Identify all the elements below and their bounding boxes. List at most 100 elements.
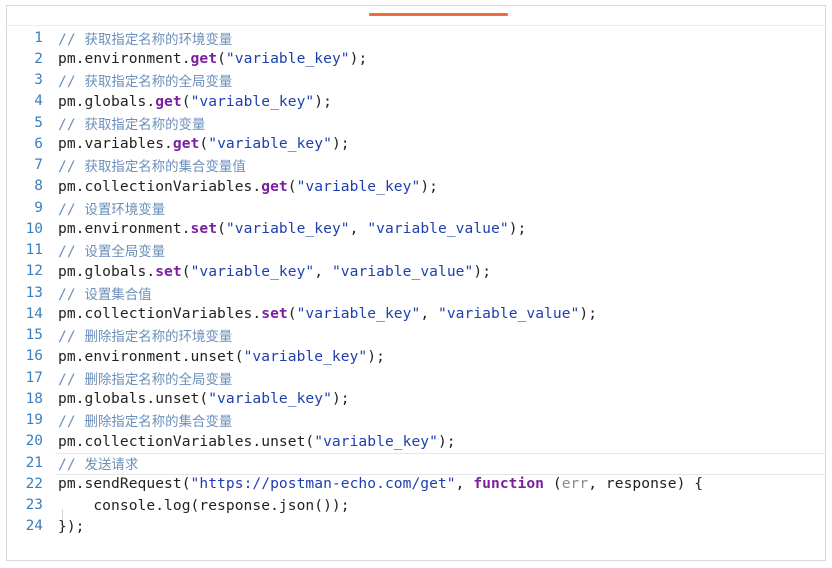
code-line[interactable]: 9 // 设置环境变量 <box>7 197 825 218</box>
comment-token: 设置环境变量 <box>84 202 166 218</box>
code-text: pm.globals.get("variable_key"); <box>58 93 332 110</box>
code-line[interactable]: 13 // 设置集合值 <box>7 282 825 303</box>
string-token: "variable_key" <box>208 135 332 153</box>
code-text: // 获取指定名称的环境变量 <box>58 28 232 48</box>
code-line[interactable]: 8 pm.collectionVariables.get("variable_ke… <box>7 176 825 197</box>
comment-token: 获取指定名称的全局变量 <box>84 75 233 91</box>
line-number: 6 <box>34 135 43 152</box>
code-token: pm.collectionVariables.unset( <box>58 432 315 450</box>
code-text: }); <box>58 518 85 535</box>
code-text: pm.environment.get("variable_key"); <box>58 50 367 67</box>
code-text: // 获取指定名称的集合变量值 <box>58 155 246 175</box>
code-text: // 删除指定名称的集合变量 <box>58 410 232 430</box>
keyword-token: set <box>261 305 288 323</box>
code-line[interactable]: 22 pm.sendRequest("https://postman-echo.c… <box>7 473 825 494</box>
code-text: pm.environment.set("variable_key", "vari… <box>58 220 526 237</box>
string-token: "variable_value" <box>331 262 474 280</box>
code-text: // 删除指定名称的全局变量 <box>58 368 232 388</box>
code-line[interactable]: 21 // 发送请求 <box>7 452 825 473</box>
code-line[interactable]: 11 // 设置全局变量 <box>7 240 825 261</box>
keyword-token: get <box>172 135 200 153</box>
string-token: "variable_key" <box>208 390 332 408</box>
comment-token: // <box>58 370 85 388</box>
comment-token: 删除指定名称的环境变量 <box>84 330 233 346</box>
code-text: // 获取指定名称的变量 <box>58 113 205 133</box>
code-line[interactable]: 2 pm.environment.get("variable_key"); <box>7 48 825 69</box>
code-text: // 发送请求 <box>58 453 138 473</box>
comment-token: 获取指定名称的变量 <box>84 117 206 133</box>
code-text: // 设置集合值 <box>58 283 152 303</box>
code-line[interactable]: 7 // 获取指定名称的集合变量值 <box>7 155 825 176</box>
comment-token: // <box>58 413 85 431</box>
code-line[interactable]: 3 // 获取指定名称的全局变量 <box>7 70 825 91</box>
code-token: ); <box>579 305 598 323</box>
keyword-token: set <box>190 220 218 238</box>
string-token: "variable_key" <box>314 432 438 450</box>
code-token: , <box>314 262 332 280</box>
code-line[interactable]: 20 pm.collectionVariables.unset("variable… <box>7 431 825 452</box>
code-token: , <box>455 475 474 493</box>
code-line[interactable]: 14 pm.collectionVariables.set("variable_k… <box>7 303 825 324</box>
code-token: , <box>420 305 438 323</box>
code-line[interactable]: 1 // 获取指定名称的环境变量 <box>7 27 825 48</box>
keyword-token: set <box>155 262 182 280</box>
code-line[interactable]: 24}); <box>7 516 825 537</box>
code-line[interactable]: 17 // 删除指定名称的全局变量 <box>7 367 825 388</box>
keyword-token: function <box>473 475 545 493</box>
code-token: ( <box>544 475 562 493</box>
comment-token: 删除指定名称的集合变量 <box>84 415 233 431</box>
header-divider <box>7 25 825 26</box>
string-token: "variable_value" <box>367 220 509 238</box>
code-line[interactable]: 6 pm.variables.get("variable_key"); <box>7 133 825 154</box>
code-token: ); <box>367 347 385 365</box>
code-token: ); <box>314 92 332 110</box>
line-number: 9 <box>34 199 43 216</box>
code-line[interactable]: 18 pm.globals.unset("variable_key"); <box>7 388 825 409</box>
line-number: 8 <box>34 178 43 195</box>
line-number: 13 <box>25 284 43 301</box>
code-token: pm.environment. <box>58 50 191 68</box>
code-text: pm.globals.set("variable_key", "variable… <box>58 263 491 280</box>
line-number: 20 <box>25 433 43 450</box>
code-text: // 设置环境变量 <box>58 198 165 218</box>
code-line[interactable]: 12 pm.globals.set("variable_key", "variab… <box>7 261 825 282</box>
line-number: 14 <box>25 305 43 322</box>
code-token: pm.globals.unset( <box>58 390 209 408</box>
line-number: 3 <box>34 72 43 89</box>
code-line[interactable]: 10 pm.environment.set("variable_key", "va… <box>7 218 825 239</box>
comment-token: // <box>58 285 85 303</box>
code-text: // 设置全局变量 <box>58 240 165 260</box>
line-number: 12 <box>25 263 43 280</box>
code-token: ( <box>217 50 226 68</box>
code-line[interactable]: 15 // 删除指定名称的环境变量 <box>7 325 825 346</box>
code-line[interactable]: 23 console.log(response.json()); <box>7 495 825 516</box>
line-number: 17 <box>25 369 43 386</box>
string-token: "variable_key" <box>225 220 350 238</box>
comment-token: 设置集合值 <box>84 287 152 303</box>
code-line[interactable]: 19 // 删除指定名称的集合变量 <box>7 410 825 431</box>
keyword-token: get <box>155 92 182 110</box>
line-number: 23 <box>25 497 43 514</box>
comment-token: // <box>58 200 85 218</box>
code-token: pm.collectionVariables. <box>58 305 262 323</box>
code-line[interactable]: 16 pm.environment.unset("variable_key"); <box>7 346 825 367</box>
line-number: 4 <box>34 93 43 110</box>
code-token: ( <box>217 220 226 238</box>
code-line[interactable]: 4 pm.globals.get("variable_key"); <box>7 91 825 112</box>
code-text: pm.collectionVariables.get("variable_key… <box>58 178 438 195</box>
comment-token: 设置全局变量 <box>84 245 166 261</box>
code-line[interactable]: 5 // 获取指定名称的变量 <box>7 112 825 133</box>
comment-token: // <box>58 115 85 133</box>
comment-token: // <box>58 243 85 261</box>
code-token: pm.environment. <box>58 220 191 238</box>
code-text: pm.sendRequest("https://postman-echo.com… <box>58 475 703 492</box>
comment-token: // <box>58 158 85 176</box>
code-text: console.log(response.json()); <box>58 497 350 514</box>
code-token: ( <box>287 177 297 195</box>
comment-token: // <box>58 73 85 91</box>
code-editor[interactable]: 1// 获取指定名称的环境变量 2 pm.environment.get("vari… <box>7 27 825 537</box>
line-number: 19 <box>25 412 43 429</box>
code-token: ); <box>473 262 492 280</box>
string-token: "variable_key" <box>190 262 315 280</box>
code-token: pm.globals. <box>58 92 156 110</box>
